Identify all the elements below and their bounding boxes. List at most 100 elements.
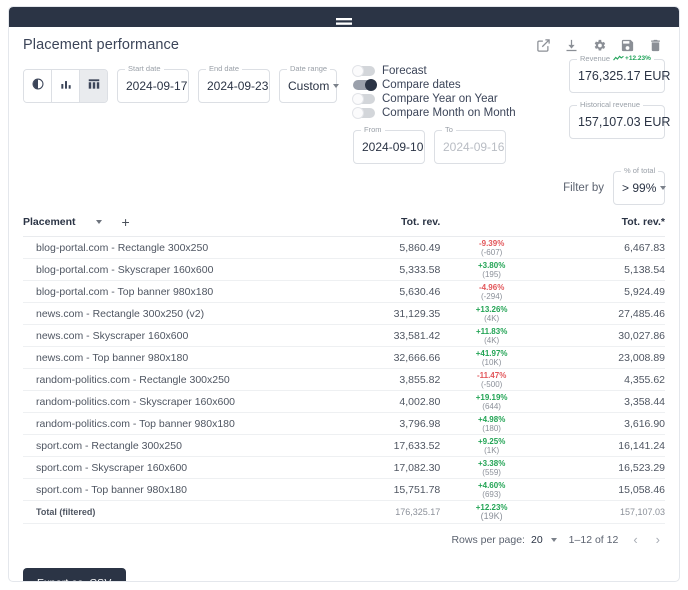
drag-handle-icon[interactable]	[335, 13, 353, 25]
column-header-placement-label: Placement	[23, 216, 76, 228]
chevron-right-icon[interactable]: ›	[653, 533, 663, 546]
cell-tot-rev-historical: 3,616.90	[543, 412, 665, 435]
cell-tot-rev: 5,333.58	[318, 258, 441, 281]
delta-absolute: (4K)	[484, 313, 500, 323]
table-row: random-politics.com - Top banner 980x180…	[23, 412, 665, 435]
save-icon[interactable]	[620, 38, 635, 53]
percent-of-total-value: > 99%	[622, 181, 657, 195]
date-range-select[interactable]: Date range Custom	[279, 64, 340, 103]
end-date-label: End date	[206, 64, 243, 73]
cell-placement: blog-portal.com - Skyscraper 160x600	[23, 258, 319, 281]
switch-knob	[365, 79, 377, 91]
cell-delta: +3.80% (195)	[440, 258, 543, 281]
rows-per-page-select[interactable]: 20	[531, 534, 557, 546]
bar-chart-view-button[interactable]	[52, 70, 80, 102]
cell-tot-rev: 5,630.46	[318, 280, 441, 303]
cell-tot-rev: 3,796.98	[318, 412, 441, 435]
column-header-placement[interactable]: Placement +	[23, 210, 319, 237]
toggle-compare-yoy[interactable]: Compare Year on Year	[352, 92, 516, 106]
cell-tot-rev: 176,325.17	[318, 500, 441, 524]
table-row: random-politics.com - Skyscraper 160x600…	[23, 390, 665, 413]
column-header-tot-rev[interactable]: Tot. rev.	[318, 210, 441, 237]
compare-from-value: 2024-09-10	[362, 140, 424, 154]
cell-tot-rev: 3,855.82	[318, 368, 441, 391]
pie-chart-icon	[31, 77, 45, 96]
cell-delta: +11.83% (4K)	[440, 324, 543, 347]
filter-by-label: Filter by	[563, 182, 604, 194]
cell-tot-rev: 4,002.80	[318, 390, 441, 413]
download-icon[interactable]	[564, 38, 579, 53]
chevron-down-icon[interactable]	[95, 220, 102, 224]
table-row: random-politics.com - Rectangle 300x250 3…	[23, 368, 665, 391]
cell-placement: sport.com - Rectangle 300x250	[23, 434, 319, 457]
revenue-kpi-value: 176,325.17 EUR	[578, 69, 671, 83]
placement-table: Placement + Tot. rev. Tot. rev.* blog-po…	[23, 210, 665, 524]
delta-absolute: (180)	[482, 423, 501, 433]
cell-placement: random-politics.com - Skyscraper 160x600	[23, 390, 319, 413]
cell-tot-rev-historical: 16,523.29	[543, 456, 665, 479]
app-root: Placement performance Start date 2024-09…	[0, 0, 688, 590]
chevron-left-icon[interactable]: ‹	[630, 533, 640, 546]
toggle-compare-dates[interactable]: Compare dates	[353, 78, 516, 92]
add-column-icon[interactable]: +	[122, 215, 130, 229]
controls-row: Start date 2024-09-17 End date 2024-09-2…	[9, 54, 679, 164]
cell-placement: news.com - Top banner 980x180	[23, 346, 319, 369]
revenue-kpi-caption: Revenue	[580, 54, 611, 63]
cell-placement: news.com - Rectangle 300x250 (v2)	[23, 302, 319, 325]
cell-tot-rev-historical: 5,924.49	[543, 280, 665, 303]
cell-tot-rev-historical: 4,355.62	[543, 368, 665, 391]
compare-yoy-switch[interactable]	[352, 93, 375, 105]
start-date-field[interactable]: Start date 2024-09-17	[117, 64, 189, 103]
table-view-button[interactable]	[80, 70, 107, 102]
compare-from-field[interactable]: From 2024-09-10	[353, 125, 425, 164]
start-date-label: Start date	[125, 64, 164, 73]
rows-per-page-group: Rows per page: 20	[451, 534, 557, 546]
cell-delta: +9.25% (1K)	[440, 434, 543, 457]
filter-by-row: Filter by % of total > 99%	[9, 164, 679, 206]
table-row: blog-portal.com - Rectangle 300x250 5,860…	[23, 236, 665, 259]
delta-percent: +3.80%	[477, 260, 506, 270]
delta-percent: +11.83%	[475, 326, 508, 336]
cell-tot-rev: 5,860.49	[318, 236, 441, 259]
forecast-switch[interactable]	[352, 65, 375, 77]
table-row: news.com - Skyscraper 160x600 33,581.42 +1…	[23, 324, 665, 347]
percent-of-total-select[interactable]: % of total > 99%	[613, 166, 667, 205]
switch-knob	[352, 93, 364, 105]
end-date-field[interactable]: End date 2024-09-23	[198, 64, 270, 103]
compare-dates-switch[interactable]	[353, 79, 377, 91]
cell-tot-rev-historical: 16,141.24	[543, 434, 665, 457]
table-head: Placement + Tot. rev. Tot. rev.*	[23, 210, 665, 237]
open-in-new-icon[interactable]	[536, 38, 551, 53]
card-header: Placement performance	[9, 27, 679, 55]
delta-absolute: (10K)	[481, 357, 502, 367]
compare-to-field[interactable]: To 2024-09-16	[434, 125, 506, 164]
cell-tot-rev: 15,751.78	[318, 478, 441, 501]
cell-tot-rev: 33,581.42	[318, 324, 441, 347]
placement-performance-card: Placement performance Start date 2024-09…	[8, 6, 680, 582]
revenue-kpi: Revenue +12.23% 176,325.17 EUR	[569, 54, 670, 93]
cell-delta: +41.97% (10K)	[440, 346, 543, 369]
compare-from-label: From	[361, 125, 385, 134]
window-drag-bar[interactable]	[9, 7, 679, 27]
table-row: blog-portal.com - Skyscraper 160x600 5,33…	[23, 258, 665, 281]
trash-icon[interactable]	[648, 38, 663, 53]
table-row: news.com - Top banner 980x180 32,666.66 +4…	[23, 346, 665, 369]
cell-delta: +4.98% (180)	[440, 412, 543, 435]
compare-mom-switch[interactable]	[352, 107, 375, 119]
bar-chart-icon	[59, 77, 73, 96]
page-title: Placement performance	[23, 37, 180, 53]
delta-percent: +3.38%	[477, 458, 506, 468]
delta-absolute: (1K)	[484, 445, 500, 455]
column-header-tot-rev-historical[interactable]: Tot. rev.*	[543, 210, 665, 237]
cell-placement: news.com - Skyscraper 160x600	[23, 324, 319, 347]
toggle-compare-mom[interactable]: Compare Month on Month	[352, 106, 516, 120]
cell-delta: +19.19% (644)	[440, 390, 543, 413]
gear-icon[interactable]	[592, 38, 607, 53]
toggle-forecast[interactable]: Forecast	[352, 64, 516, 78]
table-icon	[87, 77, 101, 96]
export-csv-button[interactable]: Export as .CSV	[23, 568, 126, 581]
pie-chart-view-button[interactable]	[24, 70, 52, 102]
delta-absolute: (-294)	[480, 291, 503, 301]
table-row: sport.com - Top banner 980x180 15,751.78 +…	[23, 478, 665, 501]
delta-percent: +13.26%	[475, 304, 508, 314]
